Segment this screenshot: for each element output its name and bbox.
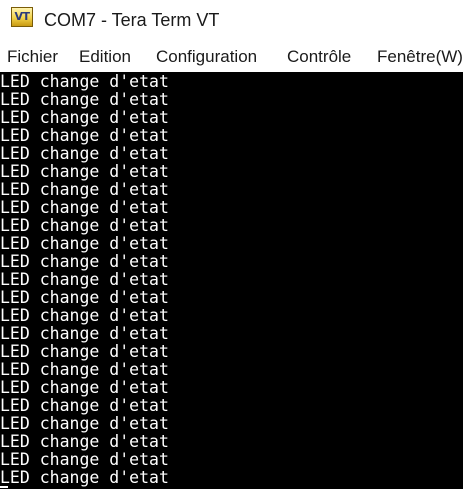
terminal-line: LED change d'etat <box>0 216 169 235</box>
terminal-output[interactable]: LED change d'etat LED change d'etat LED ch… <box>0 72 463 489</box>
title-bar[interactable]: VT COM7 - Tera Term VT <box>0 0 463 40</box>
terminal-line: LED change d'etat <box>0 360 169 379</box>
terminal-line: LED change d'etat <box>0 432 169 451</box>
terminal-cursor <box>0 486 8 488</box>
terminal-line: LED change d'etat <box>0 144 169 163</box>
terminal-line: LED change d'etat <box>0 414 169 433</box>
terminal-line: LED change d'etat <box>0 108 169 127</box>
menu-fenetre[interactable]: Fenêtre(W) <box>377 47 463 67</box>
terminal-line: LED change d'etat <box>0 234 169 253</box>
menu-configuration[interactable]: Configuration <box>156 47 257 67</box>
menu-bar: Fichier Edition Configuration Contrôle F… <box>0 41 463 72</box>
terminal-line: LED change d'etat <box>0 306 169 325</box>
terminal-line: LED change d'etat <box>0 396 169 415</box>
terminal-line: LED change d'etat <box>0 450 169 469</box>
terminal-line: LED change d'etat <box>0 198 169 217</box>
terminal-line: LED change d'etat <box>0 72 169 91</box>
terminal-line: LED change d'etat <box>0 468 169 487</box>
window-title: COM7 - Tera Term VT <box>44 10 220 30</box>
terminal-line: LED change d'etat <box>0 90 169 109</box>
menu-controle[interactable]: Contrôle <box>287 47 351 67</box>
tera-term-vt-icon[interactable]: VT <box>11 7 33 27</box>
terminal-line: LED change d'etat <box>0 324 169 343</box>
app-icon-label: VT <box>14 10 30 23</box>
terminal-line: LED change d'etat <box>0 270 169 289</box>
menu-fichier[interactable]: Fichier <box>7 47 58 67</box>
terminal-line: LED change d'etat <box>0 126 169 145</box>
terminal-line: LED change d'etat <box>0 252 169 271</box>
terminal-line: LED change d'etat <box>0 162 169 181</box>
tera-term-window: VT COM7 - Tera Term VT Fichier Edition C… <box>0 0 463 489</box>
terminal-line: LED change d'etat <box>0 180 169 199</box>
terminal-line: LED change d'etat <box>0 288 169 307</box>
terminal-line: LED change d'etat <box>0 378 169 397</box>
terminal-line: LED change d'etat <box>0 342 169 361</box>
menu-edition[interactable]: Edition <box>79 47 131 67</box>
